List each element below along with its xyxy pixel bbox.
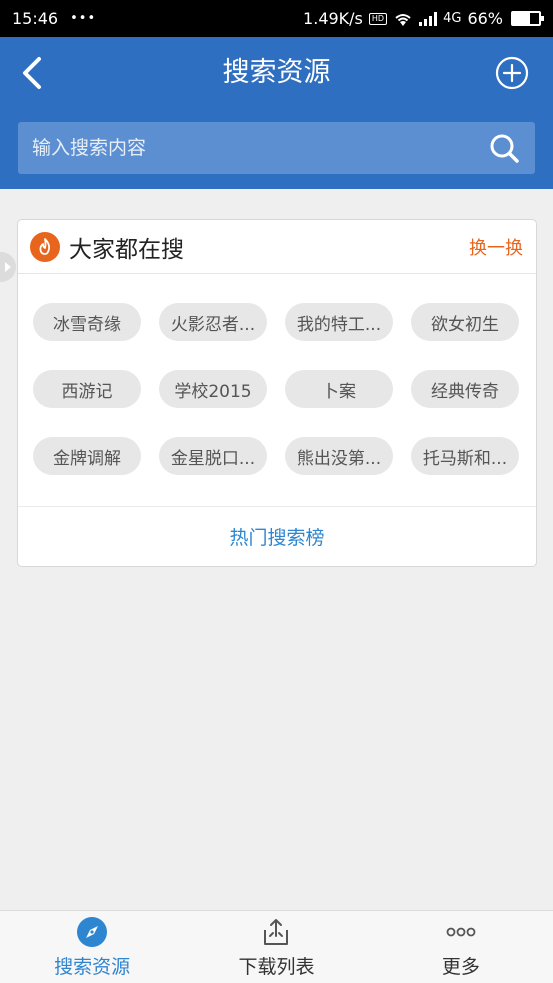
battery-level [513, 13, 531, 24]
status-time: 15:46 [12, 9, 59, 28]
nav-item-search[interactable]: 搜索资源 [0, 911, 184, 983]
status-right: 1.49K/s HD 4G 66% [303, 9, 544, 28]
hot-tag[interactable]: 冰雪奇缘 [33, 303, 141, 341]
search-input[interactable] [32, 137, 487, 159]
search-icon[interactable] [487, 131, 521, 165]
nav-label: 更多 [441, 955, 480, 978]
hot-tags: 冰雪奇缘 火影忍者... 我的特工... 欲女初生 西游记 学校2015 卜案 … [33, 303, 523, 475]
bottom-nav: 搜索资源 下载列表 更多 [0, 910, 553, 983]
hot-tag[interactable]: 金星脱口... [159, 437, 267, 475]
battery-percent: 66% [467, 9, 503, 28]
nav-label: 搜索资源 [54, 955, 131, 978]
hot-tag[interactable]: 卜案 [285, 370, 393, 408]
chevron-right-icon [5, 262, 11, 272]
card-footer: 热门搜索榜 [18, 506, 536, 566]
side-drawer-handle[interactable] [0, 252, 16, 282]
signal-icon [419, 11, 438, 26]
status-bar: 15:46 ••• 1.49K/s HD 4G 66% [0, 0, 553, 37]
hot-tag[interactable]: 欲女初生 [411, 303, 519, 341]
network-type: 4G [443, 11, 462, 26]
compass-icon [77, 916, 108, 947]
nav-label: 下载列表 [238, 955, 315, 978]
fire-icon [30, 231, 60, 262]
status-dots: ••• [70, 11, 97, 26]
hot-tag[interactable]: 熊出没第... [285, 437, 393, 475]
battery-icon [511, 11, 544, 26]
card-header: 大家都在搜 换一换 [18, 220, 536, 274]
status-left: 15:46 ••• [12, 9, 96, 28]
hot-tag[interactable]: 学校2015 [159, 370, 267, 408]
nav-item-downloads[interactable]: 下载列表 [184, 911, 368, 983]
search-box [18, 122, 535, 174]
hot-ranking-link[interactable]: 热门搜索榜 [229, 523, 324, 550]
hot-tag[interactable]: 火影忍者... [159, 303, 267, 341]
hot-tag[interactable]: 托马斯和... [411, 437, 519, 475]
hot-tag[interactable]: 经典传奇 [411, 370, 519, 408]
add-button[interactable] [495, 56, 529, 90]
nav-item-more[interactable]: 更多 [369, 911, 553, 983]
hot-tag[interactable]: 西游记 [33, 370, 141, 408]
hd-badge: HD [368, 12, 388, 25]
hot-tag[interactable]: 我的特工... [285, 303, 393, 341]
download-tray-icon [264, 918, 289, 945]
more-dots-icon [446, 927, 476, 936]
hot-tag[interactable]: 金牌调解 [33, 437, 141, 475]
net-speed: 1.49K/s [303, 9, 363, 28]
page-title: 搜索资源 [222, 57, 331, 88]
refresh-button[interactable]: 换一换 [469, 234, 523, 260]
wifi-icon [395, 13, 411, 26]
card-title: 大家都在搜 [69, 236, 184, 263]
hot-search-card: 大家都在搜 换一换 冰雪奇缘 火影忍者... 我的特工... 欲女初生 西游记 … [17, 219, 537, 567]
header: 搜索资源 [0, 37, 553, 189]
